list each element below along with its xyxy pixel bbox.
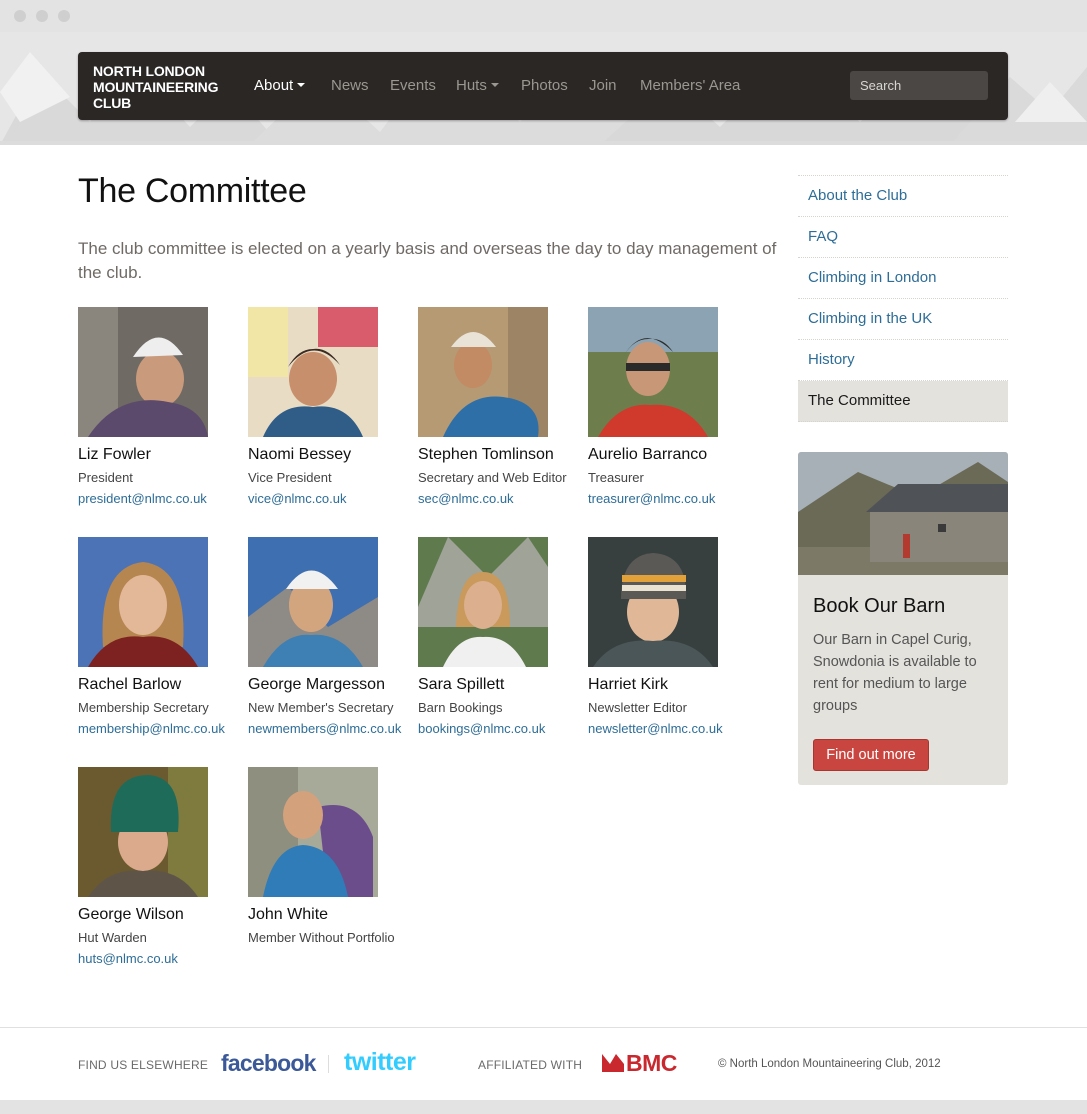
bmc-mountain-icon	[602, 1054, 624, 1072]
chevron-down-icon	[297, 83, 306, 88]
member-name: George Margesson	[248, 676, 385, 693]
member-role: Barn Bookings	[418, 700, 503, 715]
member-card: George Wilson Hut Warden huts@nlmc.co.uk	[78, 767, 248, 966]
sidebar-item-climbing-in-london[interactable]: Climbing in London	[798, 258, 1008, 299]
member-role: New Member's Secretary	[248, 700, 394, 715]
member-name: Harriet Kirk	[588, 676, 669, 693]
sidebar-nav: About the Club FAQ Climbing in London Cl…	[798, 175, 1008, 422]
member-role: Secretary and Web Editor	[418, 470, 567, 485]
member-role: Newsletter Editor	[588, 700, 687, 715]
member-photo	[248, 537, 378, 667]
member-photo	[588, 537, 718, 667]
member-photo	[418, 537, 548, 667]
browser-bottom-bar	[0, 1100, 1087, 1114]
member-email-link[interactable]: treasurer@nlmc.co.uk	[588, 491, 758, 506]
member-photo	[78, 767, 208, 897]
member-email-link[interactable]: newsletter@nlmc.co.uk	[588, 721, 758, 736]
member-photo	[418, 307, 548, 437]
member-name: George Wilson	[78, 906, 184, 923]
member-role: Hut Warden	[78, 930, 147, 945]
member-photo	[78, 537, 208, 667]
sidebar-item-faq[interactable]: FAQ	[798, 217, 1008, 258]
member-photo	[78, 307, 208, 437]
nav-join[interactable]: Join	[589, 77, 617, 94]
member-name: Liz Fowler	[78, 446, 151, 463]
barn-photo	[798, 452, 1008, 575]
member-card: Rachel Barlow Membership Secretary membe…	[78, 537, 248, 736]
barn-title: Book Our Barn	[813, 595, 946, 617]
sidebar-item-history[interactable]: History	[798, 340, 1008, 381]
brand-logo[interactable]: NORTH LONDON MOUNTAINEERING CLUB	[93, 63, 243, 111]
bmc-wordmark: BMC	[626, 1050, 677, 1076]
intro-text: The club committee is elected on a yearl…	[78, 239, 777, 282]
copyright-text: © North London Mountaineering Club, 2012	[718, 1058, 941, 1070]
nav-about-label: About	[254, 77, 294, 94]
member-email-link[interactable]: sec@nlmc.co.uk	[418, 491, 588, 506]
member-name: Rachel Barlow	[78, 676, 182, 693]
member-email-link[interactable]: newmembers@nlmc.co.uk	[248, 721, 418, 736]
window-minimize-dot[interactable]	[36, 10, 48, 22]
member-name: Sara Spillett	[418, 676, 505, 693]
nav-members-area[interactable]: Members' Area	[640, 77, 740, 94]
nav-news[interactable]: News	[331, 77, 369, 94]
member-card: Naomi Bessey Vice President vice@nlmc.co…	[248, 307, 418, 506]
sidebar-item-the-committee[interactable]: The Committee	[798, 381, 1008, 422]
footer-divider	[328, 1055, 329, 1073]
barn-description: Our Barn in Capel Curig, Snowdonia is av…	[813, 632, 977, 714]
member-name: John White	[248, 906, 329, 923]
twitter-link[interactable]: twitter	[344, 1048, 416, 1077]
sidebar-item-about-the-club[interactable]: About the Club	[798, 176, 1008, 217]
barn-promo-card: Book Our Barn Our Barn in Capel Curig, S…	[798, 452, 1008, 785]
member-card: Sara Spillett Barn Bookings bookings@nlm…	[418, 537, 588, 736]
nav-photos[interactable]: Photos	[521, 77, 568, 94]
member-email-link[interactable]: bookings@nlmc.co.uk	[418, 721, 588, 736]
member-email-link[interactable]: president@nlmc.co.uk	[78, 491, 248, 506]
member-role: Treasurer	[588, 470, 644, 485]
member-role: President	[78, 470, 133, 485]
member-role: Member Without Portfolio	[248, 930, 395, 945]
member-card: Harriet Kirk Newsletter Editor newslette…	[588, 537, 758, 736]
member-card: John White Member Without Portfolio	[248, 767, 418, 945]
nav-events[interactable]: Events	[390, 77, 436, 94]
nav-huts[interactable]: Huts	[456, 77, 499, 94]
member-role: Membership Secretary	[78, 700, 209, 715]
member-card: Stephen Tomlinson Secretary and Web Edit…	[418, 307, 588, 506]
window-zoom-dot[interactable]	[58, 10, 70, 22]
member-card: Liz Fowler President president@nlmc.co.u…	[78, 307, 248, 506]
member-name: Stephen Tomlinson	[418, 446, 554, 463]
member-email-link[interactable]: huts@nlmc.co.uk	[78, 951, 248, 966]
nav-about[interactable]: About	[254, 77, 306, 94]
page-title: The Committee	[78, 172, 307, 210]
footer: FIND US ELSEWHERE facebook twitter AFFIL…	[0, 1027, 1087, 1100]
member-photo	[248, 767, 378, 897]
find-out-more-button[interactable]: Find out more	[813, 739, 929, 771]
window-close-dot[interactable]	[14, 10, 26, 22]
member-card: George Margesson New Member's Secretary …	[248, 537, 418, 736]
member-photo	[588, 307, 718, 437]
search-input[interactable]	[850, 71, 988, 100]
affiliated-label: AFFILIATED WITH	[478, 1058, 583, 1072]
member-email-link[interactable]: vice@nlmc.co.uk	[248, 491, 418, 506]
member-photo	[248, 307, 378, 437]
member-role: Vice President	[248, 470, 332, 485]
main-navbar: NORTH LONDON MOUNTAINEERING CLUB About N…	[78, 52, 1008, 120]
sidebar-item-climbing-in-the-uk[interactable]: Climbing in the UK	[798, 299, 1008, 340]
chevron-down-icon	[490, 83, 499, 88]
browser-chrome	[0, 0, 1087, 32]
member-name: Naomi Bessey	[248, 446, 352, 463]
member-card: Aurelio Barranco Treasurer treasurer@nlm…	[588, 307, 758, 506]
facebook-link[interactable]: facebook	[221, 1050, 316, 1077]
member-email-link[interactable]: membership@nlmc.co.uk	[78, 721, 248, 736]
member-name: Aurelio Barranco	[588, 446, 708, 463]
find-us-label: FIND US ELSEWHERE	[78, 1058, 209, 1072]
nav-huts-label: Huts	[456, 77, 487, 94]
